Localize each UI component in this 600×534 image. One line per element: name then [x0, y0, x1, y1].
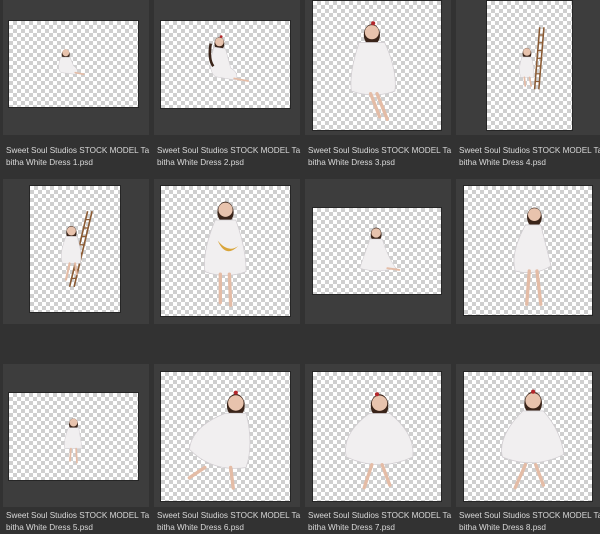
thumbnail-frame — [3, 179, 149, 324]
thumbnail-grid: Sweet Soul Studios STOCK MODEL Tabitha W… — [0, 0, 600, 532]
file-name-label: Sweet Soul Studios STOCK MODEL Tabitha W… — [157, 511, 301, 532]
thumbnail-preview-image — [160, 371, 291, 502]
thumbnail-preview-image — [312, 207, 442, 295]
thumbnail-preview-image — [463, 185, 593, 316]
file-name-label: Sweet Soul Studios STOCK MODEL Tabitha W… — [157, 146, 301, 167]
file-name-label: Sweet Soul Studios STOCK MODEL Tabitha W… — [308, 146, 452, 167]
thumbnail-frame — [154, 179, 300, 324]
thumbnail-preview-image — [8, 392, 139, 481]
thumbnail-preview-image — [160, 20, 291, 109]
thumbnail-frame — [456, 364, 600, 507]
thumbnail-preview-image — [160, 185, 291, 317]
thumbnail-preview-image — [312, 371, 442, 502]
file-name-label: Sweet Soul Studios STOCK MODEL Tabitha W… — [459, 511, 600, 532]
file-name-label: Sweet Soul Studios STOCK MODEL Tabitha W… — [6, 146, 150, 167]
thumbnail-preview-image — [312, 0, 442, 131]
thumbnail-frame — [456, 179, 600, 324]
thumbnail-frame — [305, 179, 451, 324]
thumbnail-frame — [154, 364, 300, 507]
thumbnail-preview-image — [486, 0, 573, 131]
file-name-label: Sweet Soul Studios STOCK MODEL Tabitha W… — [459, 146, 600, 167]
thumbnail-frame — [154, 0, 300, 135]
thumbnail-frame — [456, 0, 600, 135]
thumbnail-preview-image — [8, 20, 139, 108]
thumbnail-frame — [3, 364, 149, 507]
file-name-label: Sweet Soul Studios STOCK MODEL Tabitha W… — [6, 511, 150, 532]
thumbnail-preview-image — [29, 185, 121, 313]
thumbnail-frame — [305, 0, 451, 135]
thumbnail-frame — [305, 364, 451, 507]
file-name-label: Sweet Soul Studios STOCK MODEL Tabitha W… — [308, 511, 452, 532]
thumbnail-preview-image — [463, 371, 593, 502]
thumbnail-frame — [3, 0, 149, 135]
